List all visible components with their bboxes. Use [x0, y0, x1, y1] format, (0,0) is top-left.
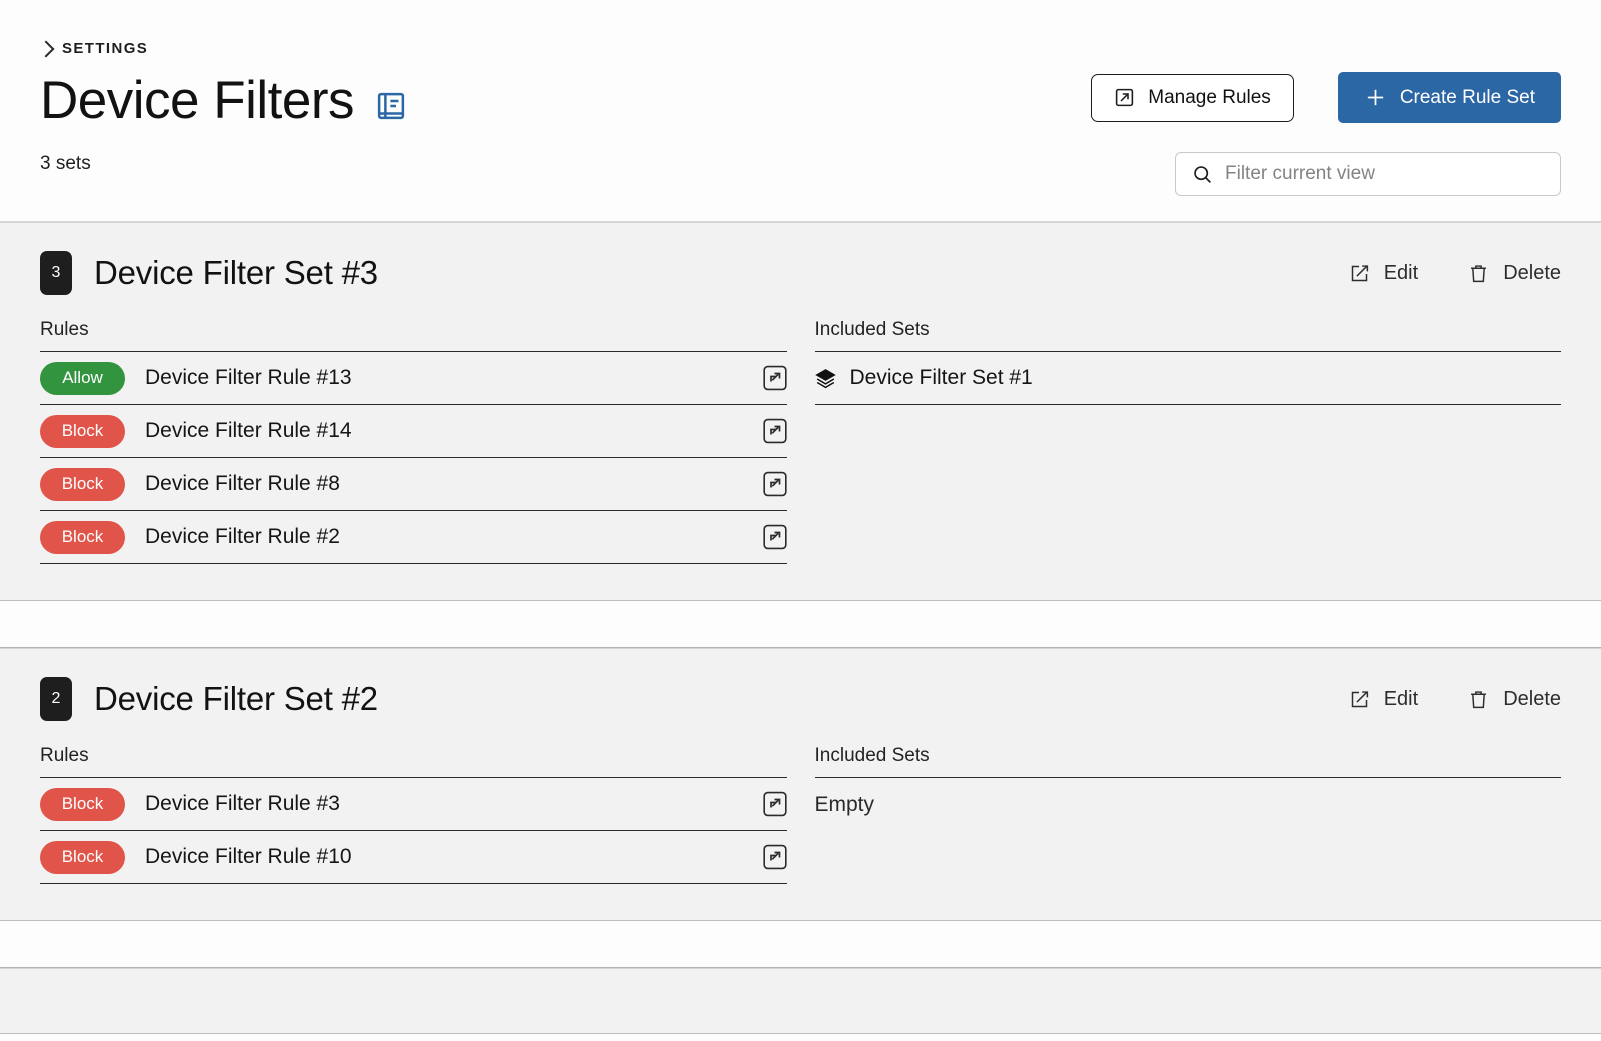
rule-name: Device Filter Rule #3 — [145, 792, 340, 815]
manage-rules-button[interactable]: Manage Rules — [1091, 73, 1294, 122]
edit-button[interactable]: Edit — [1349, 262, 1418, 285]
edit-label: Edit — [1383, 261, 1419, 284]
rule-row[interactable]: Block Device Filter Rule #14 — [40, 405, 787, 458]
rule-row[interactable]: Block Device Filter Rule #10 — [40, 831, 787, 884]
expand-box-icon[interactable] — [762, 844, 787, 870]
rule-action-badge: Block — [40, 787, 125, 821]
rule-action-badge: Allow — [40, 361, 125, 395]
rule-row[interactable]: Block Device Filter Rule #2 — [40, 511, 787, 564]
book-icon[interactable] — [376, 81, 406, 121]
trash-icon — [1468, 263, 1489, 284]
delete-label: Delete — [1503, 687, 1561, 710]
manage-rules-label: Manage Rules — [1148, 86, 1271, 108]
layers-icon — [814, 368, 836, 389]
rule-set-section: 2 Device Filter Set #2 Edit Delete Rules… — [0, 648, 1601, 921]
rules-list: Block Device Filter Rule #3 Block Device Fi… — [40, 778, 787, 884]
rule-action-badge: Block — [40, 414, 125, 448]
rule-name: Device Filter Rule #10 — [145, 845, 352, 868]
search-input[interactable] — [1225, 163, 1544, 185]
rule-action-badge: Block — [40, 840, 125, 874]
rule-row[interactable]: Allow Device Filter Rule #13 — [40, 352, 787, 405]
header-actions: Manage Rules Create Rule Set — [1091, 72, 1561, 123]
rule-set-header: 2 Device Filter Set #2 Edit Delete — [40, 677, 1561, 721]
rule-set-columns: Rules Allow Device Filter Rule #13 Block De… — [40, 319, 1561, 564]
breadcrumb[interactable]: SETTINGS — [37, 0, 1561, 57]
delete-label: Delete — [1503, 261, 1561, 284]
breadcrumb-label[interactable]: SETTINGS — [62, 40, 148, 57]
page-title: Device Filters — [40, 71, 355, 130]
included-sets-column-label: Included Sets — [814, 745, 1561, 778]
rule-set-badge: 3 — [40, 251, 72, 295]
rule-name: Device Filter Rule #13 — [145, 366, 352, 389]
chevron-right-icon — [37, 40, 55, 57]
rule-set-title: Device Filter Set #3 — [94, 254, 378, 291]
rule-row[interactable]: Block Device Filter Rule #3 — [40, 778, 787, 831]
delete-button[interactable]: Delete — [1468, 262, 1561, 285]
rules-column: Rules Block Device Filter Rule #3 Block Dev… — [40, 745, 787, 884]
rule-name: Device Filter Rule #2 — [145, 525, 340, 548]
rule-name: Device Filter Rule #14 — [145, 419, 352, 442]
rule-set-actions: Edit Delete — [1349, 677, 1561, 721]
rule-set-actions: Edit Delete — [1349, 251, 1561, 295]
create-rule-set-button[interactable]: Create Rule Set — [1337, 72, 1561, 123]
rules-column: Rules Allow Device Filter Rule #13 Block De… — [40, 319, 787, 564]
rule-set-header: 3 Device Filter Set #3 Edit Delete — [40, 251, 1561, 295]
expand-box-icon[interactable] — [762, 524, 787, 550]
arrow-up-right-box-icon — [1114, 87, 1135, 108]
section-gap — [0, 921, 1601, 968]
included-sets-column: Included Sets Empty — [814, 745, 1562, 884]
included-sets-list: Empty — [815, 778, 1562, 831]
edit-label: Edit — [1383, 687, 1419, 710]
page-header: SETTINGS Device Filters 3 sets Manage Ru… — [0, 0, 1601, 222]
included-sets-column: Included Sets Device Filter Set #1 — [814, 319, 1561, 564]
trash-icon — [1468, 689, 1489, 710]
included-sets-empty: Empty — [814, 792, 875, 816]
rules-column-label: Rules — [40, 319, 787, 352]
rule-set-section-partial — [0, 968, 1601, 1034]
expand-box-icon[interactable] — [762, 365, 787, 391]
rule-action-badge: Block — [40, 467, 125, 501]
included-sets-list: Device Filter Set #1 — [814, 352, 1561, 405]
rule-set-badge: 2 — [40, 677, 72, 721]
rule-set-columns: Rules Block Device Filter Rule #3 Block Dev… — [40, 745, 1561, 884]
pencil-square-icon — [1349, 689, 1370, 710]
section-gap — [0, 601, 1601, 648]
rules-list: Allow Device Filter Rule #13 Block Device F… — [40, 352, 787, 564]
expand-box-icon[interactable] — [762, 418, 787, 444]
rule-name: Device Filter Rule #8 — [145, 472, 340, 495]
edit-button[interactable]: Edit — [1349, 688, 1418, 711]
filter-search-box[interactable] — [1175, 152, 1561, 196]
rule-row[interactable]: Block Device Filter Rule #8 — [40, 458, 787, 511]
expand-box-icon[interactable] — [762, 791, 787, 817]
rule-action-badge: Block — [40, 520, 125, 554]
expand-box-icon[interactable] — [762, 471, 787, 497]
included-sets-column-label: Included Sets — [814, 319, 1561, 352]
included-set-name: Device Filter Set #1 — [849, 366, 1033, 389]
search-icon — [1192, 164, 1213, 185]
included-set-row[interactable]: Device Filter Set #1 — [814, 352, 1561, 405]
pencil-square-icon — [1349, 263, 1370, 284]
rule-set-section: 3 Device Filter Set #3 Edit Delete Rules… — [0, 222, 1601, 601]
rule-sets-container: 3 Device Filter Set #3 Edit Delete Rules… — [0, 222, 1601, 1034]
rules-column-label: Rules — [40, 745, 787, 778]
delete-button[interactable]: Delete — [1468, 688, 1561, 711]
create-rule-set-label: Create Rule Set — [1399, 86, 1535, 108]
plus-icon — [1364, 86, 1387, 109]
rule-set-title: Device Filter Set #2 — [94, 680, 378, 717]
